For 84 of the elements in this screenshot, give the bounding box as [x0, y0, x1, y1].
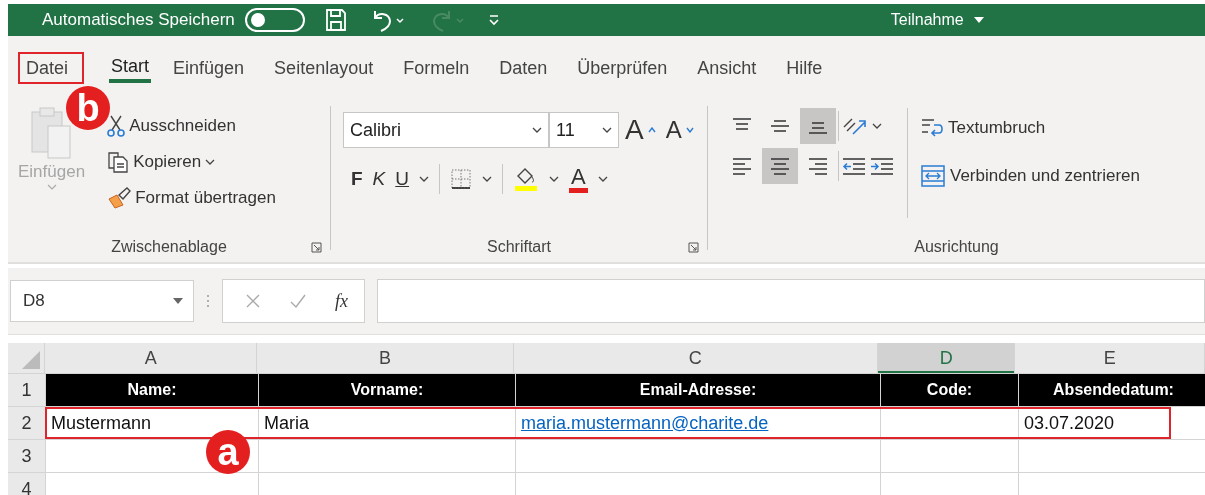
row-header[interactable]: 1 [8, 374, 46, 406]
annotation-badge: b [66, 86, 110, 130]
more-icon [206, 294, 210, 308]
shrink-font-button[interactable]: A [665, 116, 682, 144]
merge-center-button[interactable]: Verbinden und zentrieren [920, 160, 1140, 192]
caret-icon[interactable] [419, 176, 430, 182]
column-header[interactable]: C [513, 343, 878, 373]
group-title: Ausrichtung [914, 238, 999, 256]
corner-triangle-icon [21, 351, 40, 369]
increase-indent-icon[interactable] [869, 156, 895, 176]
ribbon-tab[interactable]: Formeln [395, 53, 478, 83]
insert-function-button[interactable]: fx [335, 290, 348, 312]
cut-button[interactable]: Ausschneiden [107, 110, 276, 142]
copy-button[interactable]: Kopieren [107, 146, 276, 178]
check-icon[interactable] [289, 293, 307, 309]
autosave-toggle[interactable] [244, 8, 305, 32]
table-cell: 03.07.2020 [1019, 407, 1205, 439]
customize-toolbar-icon[interactable] [486, 13, 501, 27]
header-cell: Email-Adresse: [516, 374, 881, 406]
font-size-field[interactable]: 11 [549, 112, 619, 148]
caret-down-icon [685, 127, 694, 133]
caret-icon [173, 298, 183, 304]
ribbon-tab[interactable]: Ansicht [689, 53, 765, 83]
highlight-frame [18, 52, 84, 84]
email-link[interactable]: maria.mustermann@charite.de [521, 412, 769, 434]
caret-icon[interactable] [482, 176, 493, 182]
ribbon-tab[interactable]: Einfügen [165, 53, 253, 83]
wrap-text-button[interactable]: Textumbruch [920, 112, 1140, 144]
italic-button[interactable]: K [372, 168, 386, 190]
caret-icon [205, 159, 216, 165]
font-color-button[interactable]: A [569, 165, 588, 193]
name-box[interactable]: D8 [10, 280, 194, 322]
group-title: Zwischenablage [111, 238, 227, 256]
paintbrush-icon [107, 187, 132, 209]
bold-button[interactable]: F [351, 168, 363, 190]
column-header[interactable]: A [44, 343, 258, 373]
decrease-indent-icon[interactable] [841, 156, 867, 176]
underline-button[interactable]: U [395, 168, 410, 190]
align-center-button[interactable] [762, 148, 798, 184]
font-name-field[interactable]: Calibri [343, 112, 549, 148]
document-title[interactable]: Teilnahme [890, 11, 964, 29]
group-title: Schriftart [487, 238, 551, 256]
table-cell: Maria [259, 407, 516, 439]
row-header[interactable]: 3 [8, 440, 46, 472]
align-left-icon [731, 156, 753, 176]
column-header[interactable]: B [257, 343, 514, 373]
align-right-icon [807, 156, 829, 176]
fill-color-icon[interactable] [513, 166, 540, 192]
format-button[interactable]: Format übertragen [107, 182, 276, 214]
clipboard-icon [29, 104, 74, 160]
borders-icon[interactable] [450, 168, 473, 190]
ribbon-tab[interactable]: Daten [491, 53, 556, 83]
grow-font-button[interactable]: A [625, 114, 644, 146]
dialog-launcher-icon[interactable] [311, 241, 322, 253]
ribbon-tab[interactable]: Start [109, 53, 152, 83]
caret-icon [532, 127, 542, 133]
row-header[interactable]: 4 [8, 473, 46, 495]
dialog-launcher-icon[interactable] [688, 241, 699, 253]
header-cell: Name: [46, 374, 259, 406]
ribbon-tab[interactable]: Überprüfen [569, 53, 676, 83]
caret-icon[interactable] [597, 176, 608, 182]
ribbon-tab[interactable]: Datei [18, 53, 96, 83]
header-cell: Vorname: [259, 374, 516, 406]
caret-icon[interactable] [549, 176, 560, 182]
ribbon-tab[interactable]: Seitenlayout [266, 53, 382, 83]
header-cell: Absendedatum: [1019, 374, 1205, 406]
formula-input[interactable] [377, 279, 1205, 323]
save-icon[interactable] [324, 8, 347, 32]
header-cell: Code: [881, 374, 1019, 406]
row-header[interactable]: 2 [8, 407, 46, 439]
merge-cells-icon [920, 164, 946, 188]
autosave-label: Automatisches Speichern [42, 10, 235, 30]
column-header[interactable]: D [877, 343, 1016, 373]
scissors-icon [107, 115, 126, 137]
caret-icon [46, 184, 57, 190]
align-center-icon [769, 156, 791, 176]
annotation-badge: a [206, 430, 250, 474]
copy-icon [107, 151, 130, 173]
column-header[interactable]: E [1015, 343, 1205, 373]
align-bottom-button[interactable] [800, 108, 836, 144]
ribbon-tab[interactable]: Hilfe [778, 53, 831, 83]
caret-icon[interactable] [973, 17, 984, 23]
caret-icon [602, 127, 612, 133]
caret-up-icon [647, 127, 656, 133]
